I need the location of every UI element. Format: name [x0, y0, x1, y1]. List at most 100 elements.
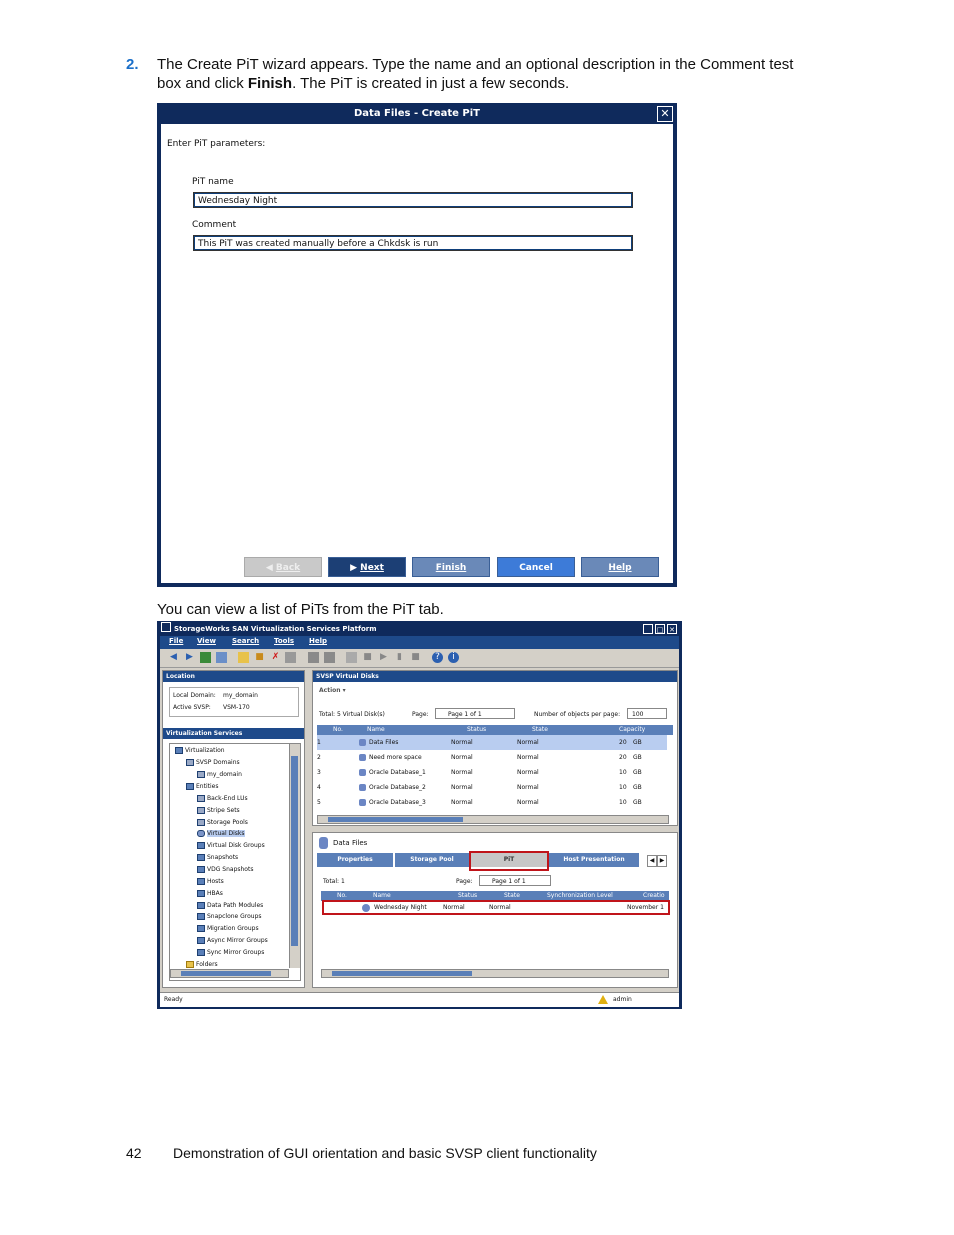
- tab-storage-pool[interactable]: Storage Pool: [395, 853, 469, 867]
- back-icon[interactable]: ◀: [168, 652, 179, 663]
- entities-icon: [186, 783, 194, 790]
- tree-item-snapshots[interactable]: Snapshots: [197, 854, 238, 861]
- back-button[interactable]: ◀ Back: [244, 557, 322, 577]
- comment-field[interactable]: This PiT was created manually before a C…: [193, 235, 633, 251]
- tree-item-vdg-snapshots[interactable]: VDG Snapshots: [197, 866, 253, 873]
- tool-icon-c[interactable]: [346, 652, 357, 663]
- left-panel: Location Local Domain: my_domain Active …: [162, 670, 305, 988]
- table-row[interactable]: 1 Data Files Normal Normal 20 GB: [317, 735, 667, 750]
- refresh-icon[interactable]: [216, 652, 227, 663]
- help-icon[interactable]: ?: [432, 652, 443, 663]
- tree-scroll-thumb[interactable]: [291, 756, 298, 946]
- table-row[interactable]: 5 Oracle Database_3 Normal Normal 10 GB: [317, 795, 667, 810]
- tab-properties[interactable]: Properties: [317, 853, 393, 867]
- close-window-icon[interactable]: ✕: [667, 624, 677, 634]
- pit-h-thumb[interactable]: [332, 971, 472, 976]
- menu-help[interactable]: Help: [309, 637, 327, 645]
- objects-per-page-select[interactable]: 100: [627, 708, 667, 719]
- active-svsp-label: Active SVSP:: [173, 704, 211, 711]
- maximize-icon[interactable]: □: [655, 624, 665, 634]
- local-domain-value: my_domain: [223, 692, 258, 699]
- next-button[interactable]: ▶ Next: [328, 557, 406, 577]
- help-button[interactable]: Help: [581, 557, 659, 577]
- tree-item-back-end-lus[interactable]: Back-End LUs: [197, 795, 248, 802]
- location-box: Local Domain: my_domain Active SVSP: VSM…: [169, 687, 299, 717]
- menu-bar: File View Search Tools Help: [160, 636, 679, 649]
- tree-item-virtual-disks[interactable]: Virtual Disks: [197, 830, 245, 837]
- vdisks-page-select[interactable]: Page 1 of 1: [435, 708, 515, 719]
- menu-search[interactable]: Search: [232, 637, 259, 645]
- tree-item-virtual-disk-groups[interactable]: Virtual Disk Groups: [197, 842, 265, 849]
- lu-icon: [197, 795, 205, 802]
- pit-name-label: PiT name: [192, 177, 234, 187]
- tree-item-hosts[interactable]: Hosts: [197, 878, 224, 885]
- stop-icon[interactable]: ■: [362, 652, 373, 663]
- disk-group-icon: [197, 842, 205, 849]
- finish-button[interactable]: Finish: [412, 557, 490, 577]
- info-icon[interactable]: i: [448, 652, 459, 663]
- snapclone-icon: [197, 913, 205, 920]
- next-arrow-icon: ▶: [350, 563, 361, 573]
- detail-page-select[interactable]: Page 1 of 1: [479, 875, 551, 886]
- delete-icon[interactable]: ✗: [270, 652, 281, 663]
- tree-item-stripe-sets[interactable]: Stripe Sets: [197, 807, 240, 814]
- menu-view[interactable]: View: [197, 637, 216, 645]
- tree-item-svsp-domains[interactable]: SVSP Domains: [186, 759, 240, 766]
- pit-row-highlight: [322, 900, 670, 915]
- tree-item-sync-mirror-groups[interactable]: Sync Mirror Groups: [197, 949, 264, 956]
- tree-item-migration-groups[interactable]: Migration Groups: [197, 925, 259, 932]
- properties-icon[interactable]: [285, 652, 296, 663]
- pit-name-field[interactable]: Wednesday Night: [193, 192, 633, 208]
- tool-icon-f[interactable]: ■: [410, 652, 421, 663]
- table-row[interactable]: 4 Oracle Database_2 Normal Normal 10 GB: [317, 780, 667, 795]
- save-icon[interactable]: [200, 652, 211, 663]
- vdisks-h-thumb[interactable]: [328, 817, 463, 822]
- action-menu[interactable]: Action ▾: [319, 687, 346, 694]
- table-row[interactable]: 3 Oracle Database_1 Normal Normal 10 GB: [317, 765, 667, 780]
- tree-item-async-mirror-groups[interactable]: Async Mirror Groups: [197, 937, 268, 944]
- cancel-button[interactable]: Cancel: [497, 557, 575, 577]
- hba-icon: [197, 890, 205, 897]
- window-controls: _ □ ✕: [643, 624, 679, 634]
- tool-icon-a[interactable]: [308, 652, 319, 663]
- tab-host-presentation[interactable]: Host Presentation: [549, 853, 639, 867]
- tree-item-entities[interactable]: Entities: [186, 783, 218, 790]
- detail-disk-icon: [319, 837, 328, 849]
- tree-item-my-domain[interactable]: my_domain: [197, 771, 242, 778]
- disk-row-icon: [359, 784, 366, 791]
- tree-item-folders[interactable]: Folders: [186, 961, 218, 968]
- menu-tools[interactable]: Tools: [274, 637, 294, 645]
- tab-scroll-right-icon[interactable]: ▶: [657, 855, 667, 867]
- forward-icon[interactable]: ▶: [184, 652, 195, 663]
- dpm-icon: [197, 902, 205, 909]
- detail-title: Data Files: [333, 839, 368, 847]
- tab-scroll-left-icon[interactable]: ◀: [647, 855, 657, 867]
- tool-icon-b[interactable]: [324, 652, 335, 663]
- tree-h-thumb[interactable]: [181, 971, 271, 976]
- tree-horizontal-scrollbar[interactable]: [170, 969, 289, 978]
- detail-page-label: Page:: [456, 878, 473, 885]
- table-row[interactable]: 2 Need more space Normal Normal 20 GB: [317, 750, 667, 765]
- footer-text: Demonstration of GUI orientation and bas…: [173, 1145, 597, 1161]
- pit-horizontal-scrollbar[interactable]: [321, 969, 669, 978]
- tree-item-hbas[interactable]: HBAs: [197, 890, 223, 897]
- virtualization-services-header: Virtualization Services: [163, 728, 304, 739]
- menu-file[interactable]: File: [169, 637, 183, 645]
- tree-vertical-scrollbar[interactable]: [289, 744, 300, 968]
- step-number: 2.: [126, 56, 139, 73]
- tree-item-snapclone-groups[interactable]: Snapclone Groups: [197, 913, 262, 920]
- page-number: 42: [126, 1145, 142, 1161]
- folder-icon[interactable]: [238, 652, 249, 663]
- tree-item-data-path-modules[interactable]: Data Path Modules: [197, 902, 263, 909]
- tool-icon-e[interactable]: ▮: [394, 652, 405, 663]
- tree-item-virtualization[interactable]: Virtualization: [175, 747, 225, 754]
- svsp-app-window: StorageWorks SAN Virtualization Services…: [157, 621, 682, 1009]
- lock-icon[interactable]: ■: [254, 652, 265, 663]
- virtual-disks-panel: SVSP Virtual Disks Action ▾ Total: 5 Vir…: [312, 670, 678, 826]
- vdisks-horizontal-scrollbar[interactable]: [317, 815, 669, 824]
- close-icon[interactable]: ✕: [657, 106, 673, 122]
- vdisks-total: Total: 5 Virtual Disk(s): [319, 711, 385, 718]
- tool-icon-d[interactable]: ▶: [378, 652, 389, 663]
- minimize-icon[interactable]: _: [643, 624, 653, 634]
- tree-item-storage-pools[interactable]: Storage Pools: [197, 819, 248, 826]
